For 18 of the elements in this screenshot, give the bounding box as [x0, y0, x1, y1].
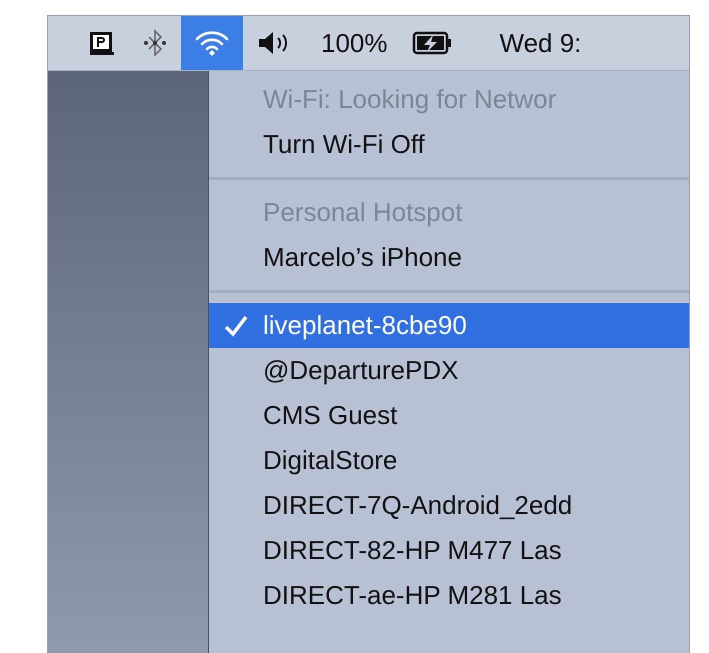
- battery-charging-icon[interactable]: [412, 30, 454, 56]
- menu-header: Personal Hotspot: [262, 196, 464, 229]
- app-icon[interactable]: [87, 29, 115, 57]
- network-item[interactable]: CMS Guest: [209, 393, 689, 438]
- clock-text[interactable]: Wed 9:: [490, 16, 592, 70]
- battery-percent[interactable]: 100%: [311, 16, 398, 70]
- network-item[interactable]: liveplanet-8cbe90: [209, 303, 689, 348]
- network-item[interactable]: DIRECT-7Q-Android_2edd: [209, 483, 689, 528]
- network-item[interactable]: DIRECT-ae-HP M281 Las: [209, 573, 689, 618]
- menu-item[interactable]: Turn Wi-Fi Off: [209, 122, 689, 167]
- network-item[interactable]: DIRECT-82-HP M477 Las: [209, 528, 689, 573]
- bluetooth-icon[interactable]: [143, 28, 167, 58]
- network-item[interactable]: DigitalStore: [209, 438, 689, 483]
- network-item[interactable]: @DeparturePDX: [209, 348, 689, 393]
- menu-header: Wi-Fi: Looking for Networ: [262, 83, 558, 116]
- menu-item[interactable]: Marcelo’s iPhone: [209, 235, 689, 280]
- check-icon: [223, 314, 249, 338]
- wifi-icon[interactable]: [195, 29, 229, 57]
